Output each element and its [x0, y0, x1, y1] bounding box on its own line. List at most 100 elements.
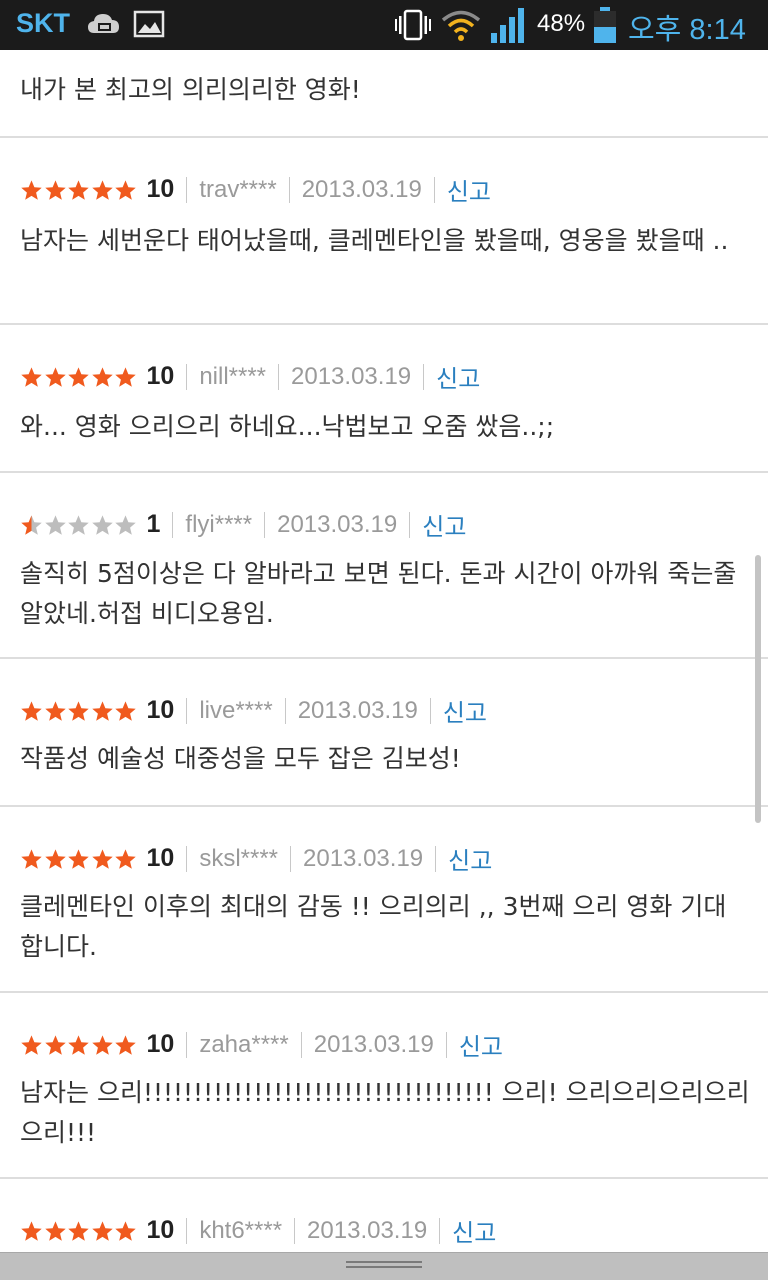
divider	[186, 1217, 188, 1244]
review-score: 10	[146, 1216, 175, 1244]
status-bar: SKT 48% 오후 8:14	[0, 0, 768, 50]
star-icon	[91, 366, 113, 387]
divider	[186, 363, 188, 390]
star-icon	[68, 179, 89, 200]
star-icon	[115, 848, 136, 869]
review-meta: 1 flyi**** 2013.03.19 신고	[20, 507, 466, 542]
star-icon	[91, 1034, 113, 1055]
review-username: sksl****	[199, 844, 279, 872]
star-icon	[68, 514, 89, 535]
review-comment: 작품성 예술성 대중성을 모두 잡은 김보성!	[20, 744, 461, 773]
star-icon	[21, 1034, 42, 1055]
star-icon	[115, 1220, 136, 1241]
star-icon	[21, 700, 42, 721]
divider	[423, 363, 425, 390]
review-username: live****	[199, 696, 273, 724]
review-item: 1 flyi**** 2013.03.19 신고 솔직히 5점이상은 다 알바라…	[0, 473, 768, 659]
divider	[290, 845, 292, 872]
review-item: 10 zaha**** 2013.03.19 신고 남자는 으리!!!!!!!!…	[0, 993, 768, 1179]
review-comment: 와... 영화 으리으리 하네요...낙법보고 오줌 쌌음..;;	[20, 412, 555, 441]
divider	[186, 1031, 188, 1058]
review-score: 10	[146, 1030, 175, 1058]
report-link[interactable]: 신고	[452, 1213, 496, 1248]
review-score: 1	[146, 510, 161, 538]
star-rating	[20, 848, 138, 870]
star-icon	[68, 1034, 89, 1055]
divider	[435, 845, 437, 872]
divider	[429, 697, 431, 724]
review-date: 2013.03.19	[313, 1030, 434, 1058]
gallery-icon	[133, 10, 165, 38]
star-rating	[20, 700, 138, 722]
star-icon	[44, 366, 66, 387]
review-item: 10 kht6**** 2013.03.19 신고	[0, 1179, 768, 1252]
review-score: 10	[146, 175, 175, 203]
star-icon	[115, 179, 136, 200]
review-username: flyi****	[185, 510, 253, 538]
divider	[264, 511, 266, 538]
report-link[interactable]: 신고	[422, 507, 466, 542]
divider	[186, 845, 188, 872]
divider	[409, 511, 411, 538]
clock: 오후 8:14	[628, 14, 746, 46]
star-icon	[91, 179, 113, 200]
star-icon	[91, 514, 113, 535]
star-icon	[68, 848, 89, 869]
review-comment: 클레멘타인 이후의 최대의 감동 !! 으리의리 ,, 3번째 으리 영화 기대…	[20, 892, 727, 961]
star-icon	[21, 514, 42, 535]
divider	[433, 176, 435, 203]
star-icon	[44, 848, 66, 869]
star-icon	[21, 1220, 42, 1241]
report-link[interactable]: 신고	[459, 1027, 503, 1062]
divider	[439, 1217, 441, 1244]
review-item: 10 live**** 2013.03.19 신고 작품성 예술성 대중성을 모…	[0, 659, 768, 807]
star-icon	[115, 700, 136, 721]
divider	[300, 1031, 302, 1058]
star-icon	[68, 1220, 89, 1241]
star-icon	[21, 848, 42, 869]
divider	[278, 363, 280, 390]
review-comment: 솔직히 5점이상은 다 알바라고 보면 된다. 돈과 시간이 아까워 죽는줄 알…	[20, 559, 737, 628]
star-icon	[44, 1220, 66, 1241]
report-link[interactable]: 신고	[436, 359, 480, 394]
review-list[interactable]: 내가 본 최고의 의리의리한 영화! 10 trav**** 2013.03.1…	[0, 0, 768, 1252]
review-comment: 내가 본 최고의 의리의리한 영화!	[20, 75, 361, 104]
star-icon	[68, 366, 89, 387]
divider	[284, 697, 286, 724]
star-icon	[91, 848, 113, 869]
report-link[interactable]: 신고	[443, 693, 487, 728]
divider	[172, 511, 174, 538]
review-score: 10	[146, 362, 175, 390]
review-username: trav****	[199, 175, 277, 203]
review-date: 2013.03.19	[303, 844, 424, 872]
star-rating	[20, 514, 138, 536]
review-date: 2013.03.19	[297, 696, 418, 724]
star-icon	[44, 514, 66, 535]
review-item: 10 nill**** 2013.03.19 신고 와... 영화 으리으리 하…	[0, 325, 768, 473]
scrollbar[interactable]	[755, 555, 761, 823]
star-rating	[20, 366, 138, 388]
review-date: 2013.03.19	[291, 362, 412, 390]
wifi-icon	[441, 10, 481, 41]
review-item: 10 sksl**** 2013.03.19 신고 클레멘타인 이후의 최대의 …	[0, 807, 768, 993]
star-icon	[44, 700, 66, 721]
review-meta: 10 sksl**** 2013.03.19 신고	[20, 841, 492, 876]
divider	[294, 1217, 296, 1244]
star-icon	[91, 1220, 113, 1241]
signal-icon	[491, 8, 524, 43]
report-link[interactable]: 신고	[447, 172, 491, 207]
star-icon	[44, 1034, 66, 1055]
star-icon	[68, 700, 89, 721]
review-meta: 10 nill**** 2013.03.19 신고	[20, 359, 480, 394]
star-icon	[21, 179, 42, 200]
divider	[186, 176, 188, 203]
battery-percent: 48%	[537, 10, 586, 37]
bottom-handle-bar[interactable]	[0, 1252, 768, 1280]
review-score: 10	[146, 844, 175, 872]
review-comment: 남자는 으리!!!!!!!!!!!!!!!!!!!!!!!!!!!!!!!!!!…	[20, 1078, 750, 1147]
star-icon	[21, 366, 42, 387]
review-comment: 남자는 세번운다 태어났을때, 클레멘타인을 봤을때, 영웅을 봤을때 ..	[20, 226, 729, 255]
report-link[interactable]: 신고	[448, 841, 492, 876]
drag-handle-icon[interactable]	[346, 1261, 422, 1273]
divider	[288, 176, 290, 203]
